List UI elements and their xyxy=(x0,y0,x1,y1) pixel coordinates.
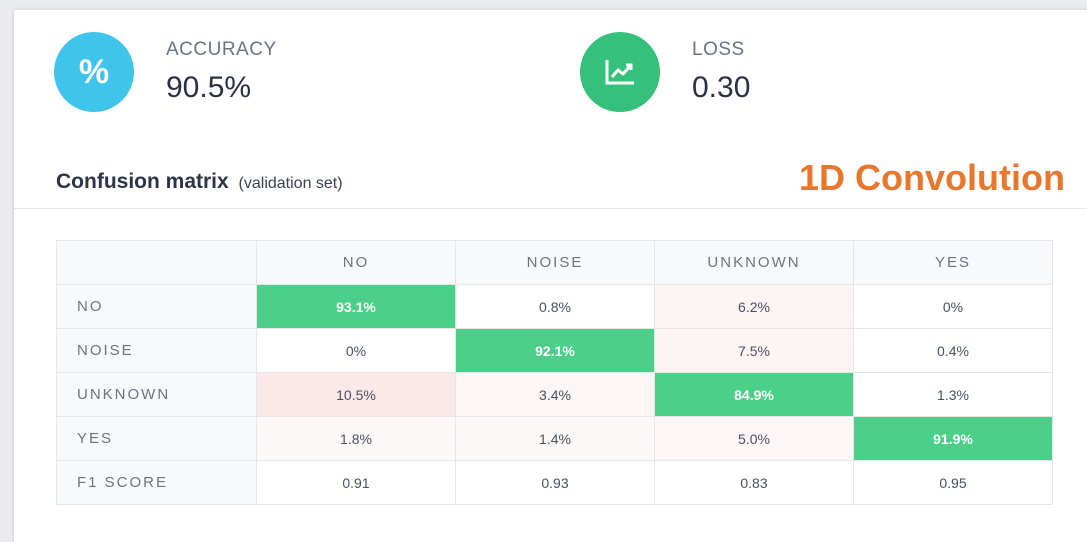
matrix-title: Confusion matrix (validation set) xyxy=(56,170,343,194)
percent-icon: % xyxy=(78,52,110,91)
table-row: NOISE 0% 92.1% 7.5% 0.4% xyxy=(56,328,1053,373)
divider xyxy=(14,208,1087,209)
f1-score-row: F1 SCORE 0.91 0.93 0.83 0.95 xyxy=(56,460,1053,505)
row-header: NO xyxy=(56,284,257,329)
confusion-matrix-table: NO NOISE UNKNOWN YES NO 93.1% 0.8% 6.2% … xyxy=(56,240,1053,505)
f1-cell: 0.93 xyxy=(455,460,655,505)
matrix-cell: 92.1% xyxy=(455,328,655,373)
column-header: NOISE xyxy=(455,240,655,285)
matrix-cell: 0.4% xyxy=(853,328,1053,373)
accuracy-metric: % ACCURACY 90.5% xyxy=(54,32,277,112)
model-title: 1D Convolution xyxy=(799,157,1065,198)
matrix-cell: 0% xyxy=(853,284,1053,329)
table-row: UNKNOWN 10.5% 3.4% 84.9% 1.3% xyxy=(56,372,1053,417)
evaluation-card: % ACCURACY 90.5% LOSS 0.30 Confusion mat… xyxy=(14,10,1087,542)
f1-cell: 0.95 xyxy=(853,460,1053,505)
matrix-cell: 10.5% xyxy=(256,372,456,417)
matrix-cell: 0.8% xyxy=(455,284,655,329)
matrix-cell: 91.9% xyxy=(853,416,1053,461)
matrix-cell: 3.4% xyxy=(455,372,655,417)
column-header: YES xyxy=(853,240,1053,285)
f1-cell: 0.91 xyxy=(256,460,456,505)
row-header: YES xyxy=(56,416,257,461)
matrix-title-text: Confusion matrix xyxy=(56,170,229,193)
accuracy-icon-circle: % xyxy=(54,32,134,112)
table-row: NO 93.1% 0.8% 6.2% 0% xyxy=(56,284,1053,329)
matrix-cell: 1.3% xyxy=(853,372,1053,417)
matrix-cell: 7.5% xyxy=(654,328,854,373)
matrix-cell: 5.0% xyxy=(654,416,854,461)
matrix-cell: 1.8% xyxy=(256,416,456,461)
matrix-cell: 6.2% xyxy=(654,284,854,329)
loss-value: 0.30 xyxy=(692,71,751,104)
loss-metric: LOSS 0.30 xyxy=(580,32,750,112)
column-header: NO xyxy=(256,240,456,285)
matrix-cell: 93.1% xyxy=(256,284,456,329)
f1-cell: 0.83 xyxy=(654,460,854,505)
column-header: UNKNOWN xyxy=(654,240,854,285)
table-row: YES 1.8% 1.4% 5.0% 91.9% xyxy=(56,416,1053,461)
row-header: NOISE xyxy=(56,328,257,373)
matrix-cell: 1.4% xyxy=(455,416,655,461)
accuracy-value: 90.5% xyxy=(166,71,252,104)
accuracy-label: ACCURACY xyxy=(166,39,277,60)
matrix-cell: 84.9% xyxy=(654,372,854,417)
matrix-subtitle: (validation set) xyxy=(238,175,343,192)
matrix-cell: 0% xyxy=(256,328,456,373)
row-header: UNKNOWN xyxy=(56,372,257,417)
loss-label: LOSS xyxy=(692,39,745,60)
corner-cell xyxy=(56,240,257,285)
trend-chart-icon xyxy=(605,60,634,85)
header-row: NO NOISE UNKNOWN YES xyxy=(56,240,1053,285)
loss-icon-circle xyxy=(580,32,660,112)
row-header: F1 SCORE xyxy=(56,460,257,505)
